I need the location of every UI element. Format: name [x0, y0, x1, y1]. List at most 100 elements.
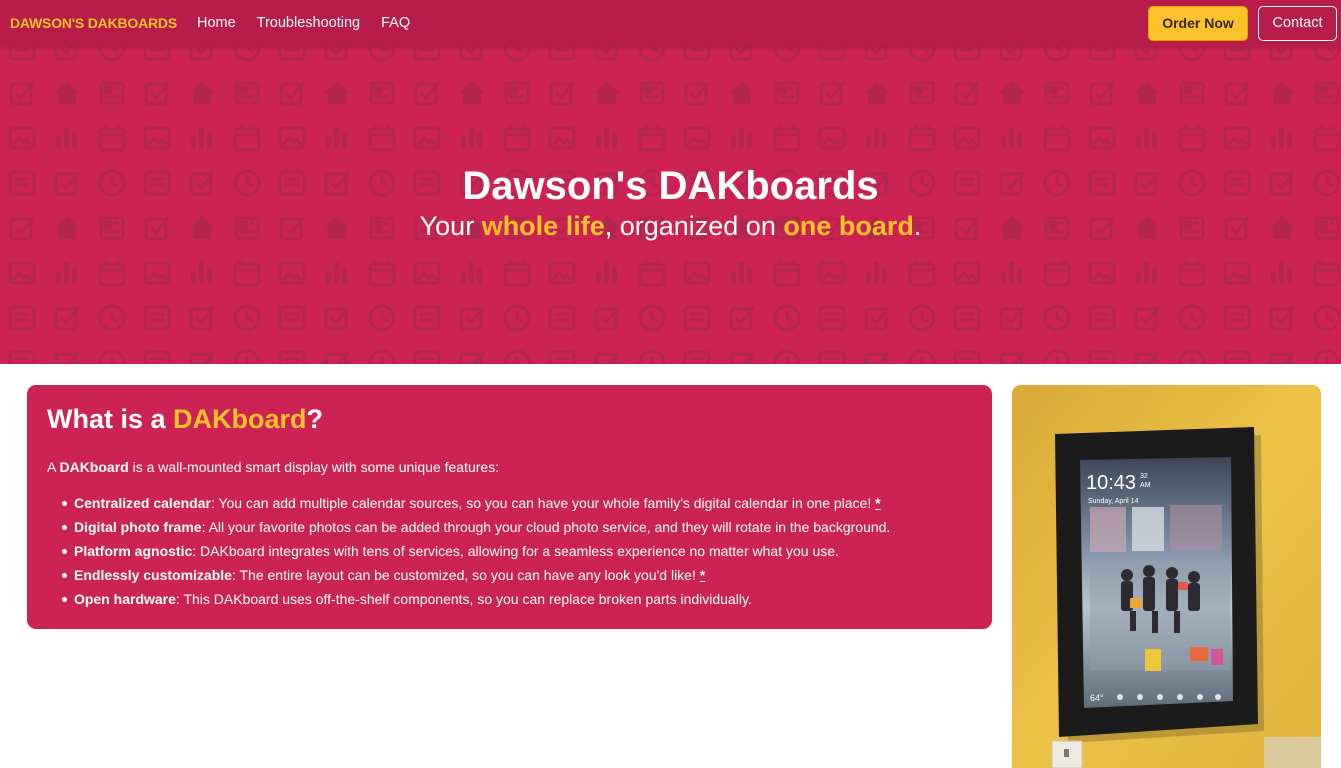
card-title: What is a DAKboard?: [47, 403, 972, 435]
pattern-icon: [1088, 126, 1116, 150]
pattern-icon: [638, 46, 666, 62]
pattern-icon: [1224, 81, 1250, 106]
pattern-icon: [1313, 46, 1341, 62]
footnote-link[interactable]: *: [875, 495, 880, 511]
brand-logo[interactable]: DAWSON'S DAKBOARDS: [10, 15, 177, 31]
pattern-icon: [818, 305, 846, 331]
pattern-icon: [54, 46, 80, 61]
pattern-icon: [548, 305, 576, 331]
pattern-icon: [818, 126, 846, 150]
feature-item-customizable: Endlessly customizable: The entire layou…: [47, 563, 972, 587]
feature-name: Endlessly customizable: [74, 567, 232, 583]
pattern-icon: [1178, 349, 1206, 364]
pattern-icon: [866, 127, 887, 149]
pattern-icon: [909, 81, 935, 105]
nav-link-troubleshooting[interactable]: Troubleshooting: [257, 15, 360, 31]
pattern-icon: [908, 123, 936, 152]
pattern-icon: [1043, 258, 1071, 287]
feature-text: : You can add multiple calendar sources,…: [210, 495, 876, 511]
pattern-icon: [189, 46, 215, 61]
feature-item-platform: Platform agnostic: DAKboard integrates w…: [47, 539, 972, 563]
pattern-icon: [773, 349, 801, 364]
feature-list: Centralized calendar: You can add multip…: [47, 491, 972, 611]
pattern-icon: [56, 262, 77, 284]
pattern-icon: [278, 305, 306, 331]
feature-text: : This DAKboard uses off-the-shelf compo…: [175, 591, 752, 607]
pattern-icon: [98, 258, 126, 287]
pattern-icon: [1136, 127, 1157, 149]
feature-item-calendar: Centralized calendar: You can add multip…: [47, 491, 972, 515]
pattern-icon: [368, 304, 396, 332]
pattern-icon: [144, 81, 170, 106]
pattern-icon: [324, 306, 350, 331]
pattern-icon: [413, 126, 441, 150]
pattern-icon: [864, 46, 890, 61]
hero-highlight-whole-life: whole life: [481, 211, 605, 241]
pattern-icon: [731, 262, 752, 284]
intro-pre: A: [47, 459, 60, 475]
pattern-icon: [98, 123, 126, 152]
pattern-icon: [54, 81, 80, 104]
pattern-icon: [189, 81, 215, 104]
nav-link-faq[interactable]: FAQ: [381, 15, 410, 31]
pattern-icon: [189, 351, 215, 364]
pattern-icon: [999, 351, 1025, 364]
card-title-pre: What is a: [47, 404, 174, 434]
pattern-icon: [1088, 261, 1116, 285]
pattern-icon: [503, 123, 531, 152]
pattern-icon: [54, 351, 80, 364]
footnote-link[interactable]: *: [700, 567, 705, 583]
pattern-icon: [1088, 305, 1116, 331]
pattern-icon: [1136, 262, 1157, 284]
pattern-icon: [954, 81, 980, 106]
pattern-icon: [8, 305, 36, 331]
pattern-icon: [1178, 46, 1206, 62]
photo-date: Sunday, April 14: [1088, 498, 1139, 505]
dakboard-photo: 10:43 32 AM Sunday, April 14 64°: [1012, 385, 1321, 768]
pattern-icon: [774, 81, 800, 105]
pattern-icon: [326, 127, 347, 149]
pattern-icon: [1001, 262, 1022, 284]
what-is-dakboard-card: What is a DAKboard? A DAKboard is a wall…: [27, 385, 992, 629]
pattern-icon: [1269, 81, 1295, 104]
pattern-icon: [413, 261, 441, 285]
pattern-icon: [773, 123, 801, 152]
photo-clock-seconds: 32: [1140, 473, 1148, 480]
pattern-icon: [278, 126, 306, 150]
pattern-icon: [638, 123, 666, 152]
pattern-icon: [1178, 258, 1206, 287]
hero-text: Dawson's DAKboards Your whole life, orga…: [0, 162, 1341, 242]
pattern-icon: [819, 81, 845, 106]
pattern-icon: [866, 262, 887, 284]
pattern-icon: [1178, 123, 1206, 152]
pattern-icon: [1088, 46, 1116, 61]
nav-actions: Order Now Contact: [1148, 5, 1337, 41]
pattern-icon: [233, 258, 261, 287]
pattern-icon: [368, 349, 396, 364]
contact-button[interactable]: Contact: [1258, 5, 1337, 41]
pattern-icon: [594, 81, 620, 104]
pattern-icon: [638, 304, 666, 332]
pattern-icon: [999, 81, 1025, 104]
pattern-icon: [1269, 351, 1295, 364]
pattern-icon: [459, 81, 485, 104]
feature-name: Digital photo frame: [74, 519, 202, 535]
pattern-icon: [1134, 306, 1160, 331]
pattern-icon: [953, 126, 981, 150]
pattern-icon: [548, 350, 576, 364]
feature-name: Centralized calendar: [74, 495, 211, 511]
pattern-icon: [191, 127, 212, 149]
pattern-icon: [594, 351, 620, 364]
pattern-icon: [596, 127, 617, 149]
intro-bold: DAKboard: [59, 459, 129, 475]
pattern-icon: [324, 351, 350, 364]
pattern-icon: [999, 306, 1025, 331]
order-now-button[interactable]: Order Now: [1148, 5, 1248, 41]
nav-link-home[interactable]: Home: [197, 15, 236, 31]
pattern-icon: [143, 126, 171, 150]
pattern-icon: [413, 350, 441, 364]
pattern-icon: [1314, 81, 1340, 105]
pattern-icon: [1223, 261, 1251, 285]
pattern-icon: [1313, 349, 1341, 364]
pattern-icon: [773, 46, 801, 62]
